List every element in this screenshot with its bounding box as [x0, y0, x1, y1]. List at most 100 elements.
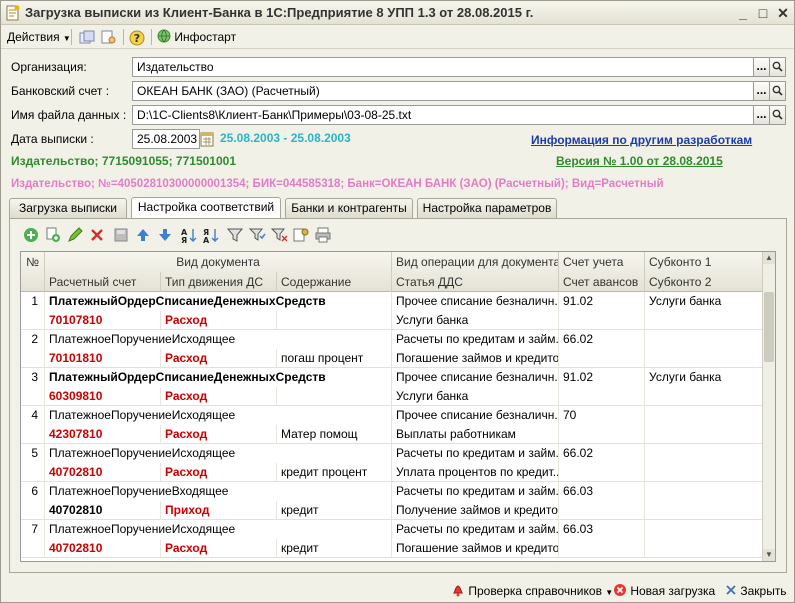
cell-op-type[interactable]: Прочее списание безналичн... — [392, 406, 559, 425]
header-advance[interactable]: Счет авансов — [559, 272, 645, 292]
row-number[interactable]: 2 — [21, 330, 45, 368]
table-row[interactable]: 2 ПлатежноеПоручениеИсходящее Расчеты по к… — [21, 330, 763, 368]
cell-subconto1[interactable] — [645, 482, 763, 501]
table-row[interactable]: 6 ПлатежноеПоручениеВходящее Расчеты по кр… — [21, 482, 763, 520]
file-search-icon[interactable] — [769, 105, 786, 125]
save-icon[interactable] — [112, 226, 130, 244]
cell-subconto2[interactable] — [645, 311, 763, 330]
row-number[interactable]: 4 — [21, 406, 45, 444]
cell-content[interactable]: погаш процент — [277, 349, 392, 368]
cell-op-type[interactable]: Расчеты по кредитам и займ... — [392, 482, 559, 501]
cell-advance[interactable] — [559, 387, 645, 406]
cell-movement[interactable]: Расход — [161, 387, 277, 406]
cell-advance[interactable] — [559, 311, 645, 330]
print-icon[interactable] — [314, 226, 332, 244]
row-number[interactable]: 1 — [21, 292, 45, 330]
filter-set-icon[interactable] — [248, 226, 266, 244]
cell-doc-type[interactable]: ПлатежноеПоручениеИсходящее — [45, 406, 392, 425]
cell-dds[interactable]: Выплаты работникам — [392, 425, 559, 444]
cell-subconto2[interactable] — [645, 501, 763, 520]
new-load-button[interactable]: Новая загрузка — [613, 582, 715, 600]
sort-desc-icon[interactable]: ЯA — [202, 226, 220, 244]
org-select-button[interactable]: ... — [753, 57, 770, 77]
cell-account[interactable]: 66.03 — [559, 520, 645, 539]
cell-dds[interactable]: Погашение займов и кредитов — [392, 349, 559, 368]
header-movement[interactable]: Тип движения ДС — [161, 272, 277, 292]
header-content[interactable]: Содержание — [277, 272, 392, 292]
cell-settlement[interactable]: 40702810 — [45, 463, 161, 482]
cell-dds[interactable]: Услуги банка — [392, 387, 559, 406]
row-number[interactable]: 3 — [21, 368, 45, 406]
cell-subconto1[interactable] — [645, 406, 763, 425]
cell-content[interactable] — [277, 311, 392, 330]
settings-icon[interactable] — [292, 226, 310, 244]
cell-subconto1[interactable] — [645, 444, 763, 463]
sort-asc-icon[interactable]: AЯ — [180, 226, 198, 244]
cell-op-type[interactable]: Расчеты по кредитам и займ... — [392, 330, 559, 349]
cell-settlement[interactable]: 40702810 — [45, 539, 161, 558]
minimize-button[interactable]: _ — [734, 4, 752, 22]
add-icon[interactable] — [22, 226, 40, 244]
cell-subconto2[interactable] — [645, 349, 763, 368]
bank-field[interactable]: ОКЕАН БАНК (ЗАО) (Расчетный) — [132, 81, 754, 101]
cell-subconto2[interactable] — [645, 425, 763, 444]
table-row[interactable]: 3 ПлатежныйОрдерСписаниеДенежныхСредств Пр… — [21, 368, 763, 406]
header-doc-type[interactable]: Вид документа — [45, 252, 392, 272]
cell-subconto2[interactable] — [645, 539, 763, 558]
cell-subconto2[interactable] — [645, 387, 763, 406]
cell-movement[interactable]: Расход — [161, 311, 277, 330]
cell-dds[interactable]: Погашение займов и кредитов — [392, 539, 559, 558]
filter-clear-icon[interactable] — [270, 226, 288, 244]
cell-subconto2[interactable] — [645, 463, 763, 482]
cell-account[interactable]: 66.03 — [559, 482, 645, 501]
cell-advance[interactable] — [559, 463, 645, 482]
cell-op-type[interactable]: Прочее списание безналичн... — [392, 292, 559, 311]
cell-settlement[interactable]: 60309810 — [45, 387, 161, 406]
cell-movement[interactable]: Приход — [161, 501, 277, 520]
cell-doc-type[interactable]: ПлатежноеПоручениеИсходящее — [45, 330, 392, 349]
cell-doc-type[interactable]: ПлатежныйОрдерСписаниеДенежныхСредств — [45, 292, 392, 311]
delete-icon[interactable] — [88, 226, 106, 244]
header-account[interactable]: Счет учета — [559, 252, 645, 272]
org-field[interactable]: Издательство — [132, 57, 754, 77]
cell-account[interactable]: 66.02 — [559, 330, 645, 349]
move-down-icon[interactable] — [156, 226, 174, 244]
filter-icon[interactable] — [226, 226, 244, 244]
row-number[interactable]: 5 — [21, 444, 45, 482]
row-number[interactable]: 6 — [21, 482, 45, 520]
file-select-button[interactable]: ... — [753, 105, 770, 125]
cell-account[interactable]: 91.02 — [559, 368, 645, 387]
cell-doc-type[interactable]: ПлатежноеПоручениеИсходящее — [45, 444, 392, 463]
cell-account[interactable]: 66.02 — [559, 444, 645, 463]
header-subconto1[interactable]: Субконто 1 — [645, 252, 763, 272]
cell-dds[interactable]: Уплата процентов по кредит... — [392, 463, 559, 482]
cell-subconto1[interactable]: Услуги банка — [645, 368, 763, 387]
cell-movement[interactable]: Расход — [161, 463, 277, 482]
infostart-button[interactable]: Инфостарт — [157, 28, 236, 46]
tab-mapping-settings[interactable]: Настройка соответствий — [131, 197, 281, 218]
header-subconto2[interactable]: Субконто 2 — [645, 272, 763, 292]
cell-settlement[interactable]: 40702810 — [45, 501, 161, 520]
table-row[interactable]: 7 ПлатежноеПоручениеИсходящее Расчеты по к… — [21, 520, 763, 558]
bank-search-icon[interactable] — [769, 81, 786, 101]
calendar-icon[interactable] — [200, 131, 214, 147]
org-search-icon[interactable] — [769, 57, 786, 77]
header-num[interactable]: № — [21, 252, 45, 292]
tab-banks-contractors[interactable]: Банки и контрагенты — [285, 198, 413, 218]
cell-doc-type[interactable]: ПлатежноеПоручениеВходящее — [45, 482, 392, 501]
close-button[interactable]: Закрыть — [725, 582, 787, 600]
cell-subconto1[interactable] — [645, 330, 763, 349]
help-icon[interactable]: ? — [129, 29, 145, 47]
cell-account[interactable]: 91.02 — [559, 292, 645, 311]
cell-settlement[interactable]: 42307810 — [45, 425, 161, 444]
maximize-button[interactable]: □ — [754, 4, 772, 22]
bank-select-button[interactable]: ... — [753, 81, 770, 101]
header-settlement[interactable]: Расчетный счет — [45, 272, 161, 292]
table-row[interactable]: 5 ПлатежноеПоручениеИсходящее Расчеты по к… — [21, 444, 763, 482]
cell-advance[interactable] — [559, 501, 645, 520]
scroll-up-icon[interactable]: ▲ — [763, 252, 775, 264]
cell-op-type[interactable]: Расчеты по кредитам и займ... — [392, 520, 559, 539]
date-field[interactable]: 25.08.2003 — [132, 129, 200, 149]
header-op-type[interactable]: Вид операции для документа — [392, 252, 559, 272]
cell-content[interactable]: кредит процент — [277, 463, 392, 482]
